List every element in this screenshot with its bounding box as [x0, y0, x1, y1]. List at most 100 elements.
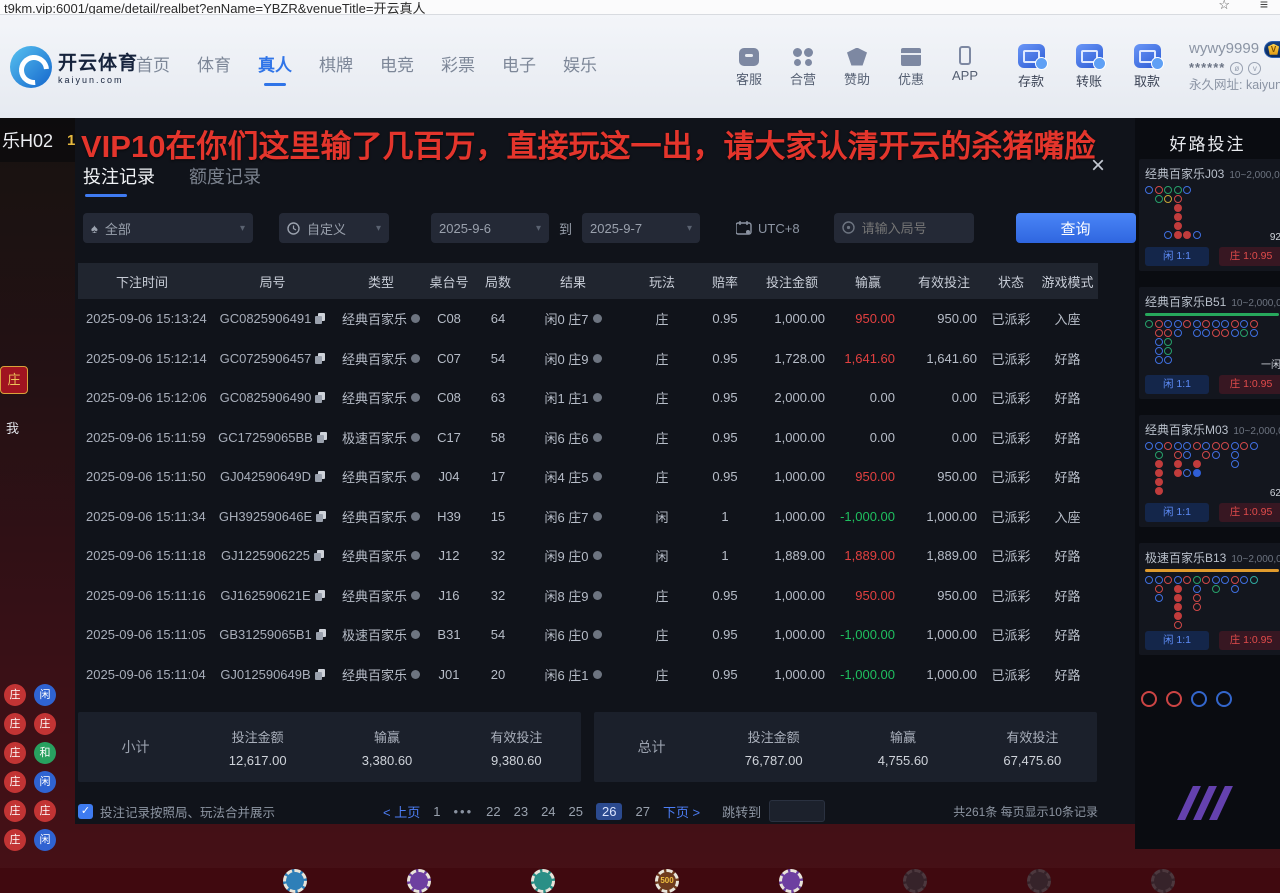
eye-off-icon[interactable]: ø	[1230, 62, 1243, 75]
card-table-name: 经典百家乐J03	[1145, 165, 1224, 182]
date-to-select[interactable]: 2025-9-7▾	[582, 213, 700, 243]
cell-round-no: 32	[475, 548, 521, 563]
nav-item[interactable]: 彩票	[441, 51, 475, 82]
browser-menu-icon[interactable]: ≡	[1260, 0, 1268, 12]
casino-chip[interactable]	[531, 869, 555, 893]
wallet-action[interactable]: 转账	[1067, 44, 1111, 90]
cell-bet-amount: 1,000.00	[751, 667, 833, 682]
nav-item[interactable]: 娱乐	[563, 51, 597, 82]
table-row[interactable]: 2025-09-06 15:12:06 GC0825906490 经典百家乐 C…	[78, 378, 1098, 418]
page-button[interactable]: < 上页	[383, 802, 420, 821]
modal-tab[interactable]: 投注记录	[83, 163, 155, 197]
brand-logo[interactable]: 开云体育 kaiyun.com	[10, 46, 118, 88]
round-number-input[interactable]	[834, 213, 974, 243]
copy-icon[interactable]	[315, 392, 325, 403]
table-row[interactable]: 2025-09-06 15:11:04 GJ012590649B 经典百家乐 J…	[78, 655, 1098, 695]
quick-action-icon	[793, 48, 813, 66]
road-bet-card[interactable]: 经典百家乐M03 10~2,000,000 62 闲 1:1 庄 1:0.95	[1139, 415, 1280, 527]
bet-player-button[interactable]: 闲 1:1	[1145, 247, 1209, 266]
copy-icon[interactable]	[315, 590, 325, 601]
copy-icon[interactable]	[315, 313, 325, 324]
nav-item[interactable]: 真人	[258, 51, 292, 82]
copy-icon[interactable]	[316, 511, 326, 522]
quick-action[interactable]: 优惠	[889, 46, 933, 88]
copy-icon[interactable]	[315, 353, 325, 364]
bet-player-button[interactable]: 闲 1:1	[1145, 631, 1209, 650]
casino-chip[interactable]	[903, 869, 927, 893]
page-button[interactable]: 22	[486, 804, 500, 819]
bet-banker-button[interactable]: 庄 1:0.95	[1219, 503, 1280, 522]
copy-icon[interactable]	[316, 629, 326, 640]
page-button[interactable]: 下页 >	[663, 802, 700, 821]
nav-item[interactable]: 电子	[502, 51, 536, 82]
table-row[interactable]: 2025-09-06 15:11:59 GC17259065BB 极速百家乐 C…	[78, 418, 1098, 458]
table-row[interactable]: 2025-09-06 15:11:16 GJ162590621E 经典百家乐 J…	[78, 576, 1098, 616]
page-button[interactable]: 24	[541, 804, 555, 819]
time-range-select[interactable]: 自定义▾	[279, 213, 389, 243]
bookmark-star-icon[interactable]: ☆	[1218, 0, 1230, 13]
close-icon[interactable]: ×	[1091, 154, 1105, 178]
column-header: 有效投注	[903, 272, 985, 291]
copy-icon[interactable]	[317, 432, 327, 443]
bet-player-button[interactable]: 闲 1:1	[1145, 375, 1209, 394]
copy-icon[interactable]	[314, 550, 324, 561]
browser-url-bar[interactable]: t9km.vip:6001/game/detail/realbet?enName…	[0, 0, 1280, 15]
table-name: 乐H02	[2, 127, 53, 153]
user-info: wywy9999 V VIP10 ****** ø v 永久网址: kaiyun…	[1189, 39, 1280, 94]
road-bet-card[interactable]: 极速百家乐B13 10~2,000,000 闲 1:1 庄 1:0.95	[1139, 543, 1280, 655]
nav-item[interactable]: 棋牌	[319, 51, 353, 82]
cell-play: 庄	[625, 428, 699, 447]
modal-tab[interactable]: 额度记录	[189, 163, 261, 197]
nav-item[interactable]: 体育	[197, 51, 231, 82]
game-type-select[interactable]: ♠ 全部▾	[83, 213, 253, 243]
info-dot-icon	[411, 393, 420, 402]
bet-banker-button[interactable]: 庄 1:0.95	[1219, 247, 1280, 266]
search-button[interactable]: 查询	[1016, 213, 1136, 243]
page-button[interactable]: 1	[433, 804, 440, 819]
casino-chip[interactable]	[779, 869, 803, 893]
page-button[interactable]: •••	[453, 804, 473, 819]
casino-chip[interactable]	[1027, 869, 1051, 893]
roadmap-dot: 和	[34, 742, 56, 764]
wallet-action[interactable]: 存款	[1009, 44, 1053, 90]
bet-player-button[interactable]: 闲 1:1	[1145, 503, 1209, 522]
quick-action[interactable]: 合营	[781, 46, 825, 88]
table-row[interactable]: 2025-09-06 15:11:18 GJ1225906225 经典百家乐 J…	[78, 536, 1098, 576]
page-button[interactable]: 25	[569, 804, 583, 819]
result-dot-icon	[593, 472, 602, 481]
bet-banker-button[interactable]: 庄 1:0.95	[1219, 375, 1280, 394]
copy-icon[interactable]	[315, 471, 325, 482]
quick-action[interactable]: 客服	[727, 46, 771, 88]
page-button[interactable]: 23	[514, 804, 528, 819]
nav-item[interactable]: 电竞	[380, 51, 414, 82]
copy-icon[interactable]	[315, 669, 325, 680]
table-row[interactable]: 2025-09-06 15:11:50 GJ042590649D 经典百家乐 J…	[78, 457, 1098, 497]
casino-chip[interactable]: 500	[655, 869, 679, 893]
casino-chip[interactable]	[283, 869, 307, 893]
date-from-select[interactable]: 2025-9-6▾	[431, 213, 549, 243]
road-bet-card[interactable]: 经典百家乐J03 10~2,000,000 92 闲 1:1 庄 1:0.95	[1139, 159, 1280, 271]
table-row[interactable]: 2025-09-06 15:11:34 GH392590646E 经典百家乐 H…	[78, 497, 1098, 537]
quick-action[interactable]: 赞助	[835, 46, 879, 88]
card-limit: 10~2,000,000	[1231, 298, 1280, 309]
jump-page-input[interactable]	[769, 800, 825, 822]
road-bet-card[interactable]: 经典百家乐B51 10~2,000,000 一闲 闲 1:1 庄 1:0.95	[1139, 287, 1280, 399]
bet-banker-button[interactable]: 庄 1:0.95	[1219, 631, 1280, 650]
nav-item[interactable]: 首页	[136, 51, 170, 82]
cell-win-loss: 950.00	[833, 311, 903, 326]
merge-checkbox[interactable]: ✓	[78, 804, 93, 819]
table-row[interactable]: 2025-09-06 15:13:24 GC0825906491 经典百家乐 C…	[78, 299, 1098, 339]
wallet-action[interactable]: 取款	[1125, 44, 1169, 90]
cell-time: 2025-09-06 15:11:05	[78, 627, 206, 642]
table-row[interactable]: 2025-09-06 15:12:14 GC0725906457 经典百家乐 C…	[78, 339, 1098, 379]
page-button[interactable]: 27	[635, 804, 649, 819]
casino-chip[interactable]	[1151, 869, 1175, 893]
table-row[interactable]: 2025-09-06 15:11:05 GB31259065B1 极速百家乐 B…	[78, 615, 1098, 655]
info-dot-icon	[411, 472, 420, 481]
cell-win-loss: -1,000.00	[833, 667, 903, 682]
cell-game-type: 极速百家乐	[339, 625, 423, 644]
v-circle-icon[interactable]: v	[1248, 62, 1261, 75]
casino-chip[interactable]	[407, 869, 431, 893]
quick-action[interactable]: APP	[943, 46, 987, 88]
page-button[interactable]: 26	[596, 803, 622, 820]
